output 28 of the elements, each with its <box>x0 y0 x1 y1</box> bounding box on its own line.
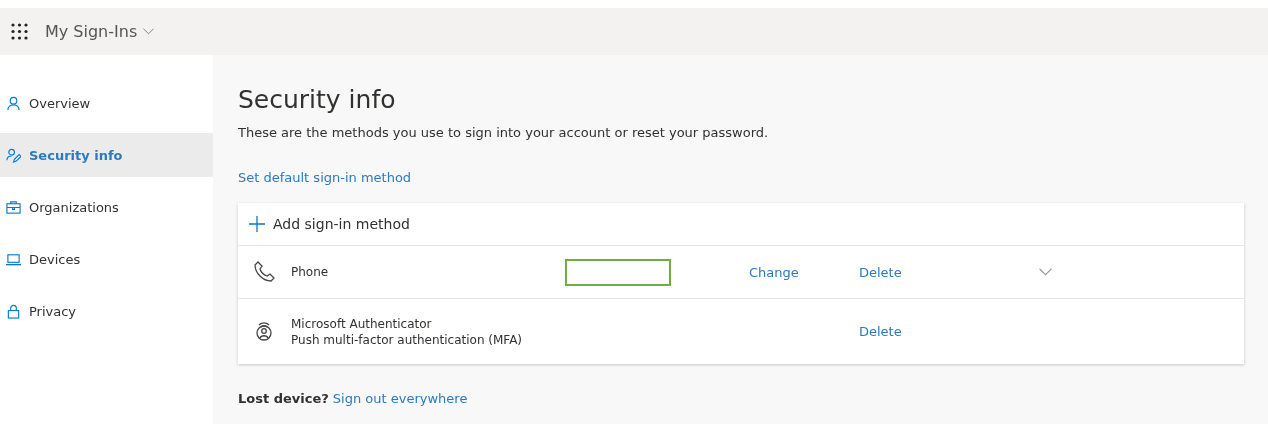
laptop-icon <box>6 251 21 267</box>
page-title: Security info <box>238 85 397 114</box>
delete-link[interactable]: Delete <box>859 324 902 339</box>
method-name: Phone <box>291 265 330 279</box>
change-link[interactable]: Change <box>749 264 799 280</box>
sign-out-link[interactable]: Sign out everywhere <box>332 391 468 406</box>
sidebar-item[interactable]: Overview <box>0 81 213 125</box>
person-pen-icon <box>6 147 21 163</box>
app-title-menu[interactable]: My Sign-Ins <box>45 22 155 41</box>
plus-icon <box>249 216 265 232</box>
chevron-down-icon <box>143 28 155 35</box>
delete-link[interactable]: Delete <box>859 264 902 280</box>
sidebar-item[interactable]: Privacy <box>0 289 213 333</box>
method-detail: Push multi-factor authentication (MFA) <box>291 332 524 347</box>
expand-chevron-icon <box>1039 268 1052 276</box>
app-launcher-icon[interactable] <box>11 23 28 40</box>
sidebar-item[interactable]: Security info <box>0 133 213 177</box>
phone-icon <box>252 260 276 284</box>
lock-icon <box>6 303 21 319</box>
sidebar-item[interactable]: Organizations <box>0 185 213 229</box>
person-icon <box>6 95 21 111</box>
lost-device-label: Lost device? <box>238 391 329 406</box>
method-name: Microsoft Authenticator <box>291 316 433 331</box>
sidebar-item[interactable]: Devices <box>0 237 213 281</box>
page-description: These are the methods you use to sign into your account or reset your password. <box>238 125 770 140</box>
briefcase-icon <box>6 199 21 215</box>
set-default-link[interactable]: Set default sign-in method <box>238 170 412 185</box>
add-method-button[interactable]: Add sign-in method <box>238 203 1244 246</box>
